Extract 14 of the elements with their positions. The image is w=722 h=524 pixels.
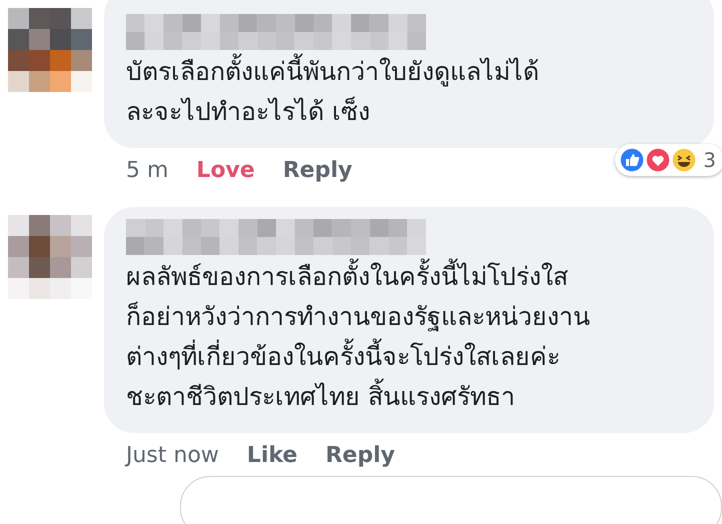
reaction-link[interactable]: Love [196,158,255,183]
reply-link[interactable]: Reply [325,443,395,468]
reaction-summary[interactable]: 3 [615,144,722,176]
reaction-count: 3 [703,148,716,172]
timestamp: 5 m [126,158,168,183]
comment-text: บัตรเลือกตั้งแค่นี้พันกว่าใบยังดูแลไม่ได้ [126,52,692,92]
comment-text: ละจะไปทำอะไรได้ เซ็ง [126,96,371,128]
reply-link[interactable]: Reply [282,158,352,183]
comment-text: ต่างๆที่เกี่ยวข้องในครั้งนี้จะโปร่งใสเลยค่ะ [126,337,692,377]
comment-text: ชะตาชีวิตประเทศไทย สิ้นแรงศรัทธา [126,377,692,417]
comment-text: ก็อย่าหวังว่าการทำงานของรัฐและหน่วยงาน [126,300,591,334]
timestamp: Just now [126,443,219,468]
reaction-link[interactable]: Like [246,443,298,468]
comment-text: ผลลัพธ์ของการเลือกตั้งในครั้งนี้ไม่โปร่งใส [126,257,692,297]
